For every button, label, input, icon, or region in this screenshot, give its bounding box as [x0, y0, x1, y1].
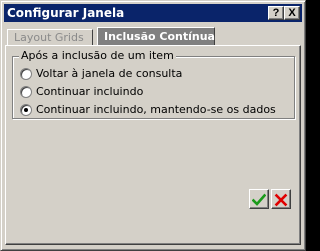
title-bar[interactable]: Configurar Janela ? X — [4, 4, 302, 22]
tab-layout-grids[interactable]: Layout Grids — [7, 29, 93, 45]
window-title: Configurar Janela — [7, 6, 125, 20]
help-button[interactable]: ? — [268, 6, 284, 20]
red-x-icon — [274, 193, 288, 207]
inclusion-options-group: Após a inclusão de um item Voltar à jane… — [12, 49, 295, 119]
close-button[interactable]: X — [284, 6, 300, 20]
green-check-icon — [252, 193, 266, 206]
radio-button-selected[interactable] — [20, 104, 32, 116]
tab-inclusao-continua[interactable]: Inclusão Contínua — [97, 27, 215, 45]
tab-panel: Após a inclusão de um item Voltar à jane… — [5, 45, 301, 245]
cancel-button[interactable] — [271, 189, 291, 209]
radio-button[interactable] — [20, 86, 32, 98]
ok-button[interactable] — [249, 189, 269, 209]
radio-button[interactable] — [20, 68, 32, 80]
group-legend: Após a inclusão de um item — [19, 49, 176, 63]
radio-label: Voltar à janela de consulta — [36, 67, 183, 80]
radio-label: Continuar incluindo, mantendo-se os dado… — [36, 103, 276, 116]
radio-label: Continuar incluindo — [36, 85, 144, 98]
dialog-window: Configurar Janela ? X Layout Grids Inclu… — [0, 0, 306, 251]
